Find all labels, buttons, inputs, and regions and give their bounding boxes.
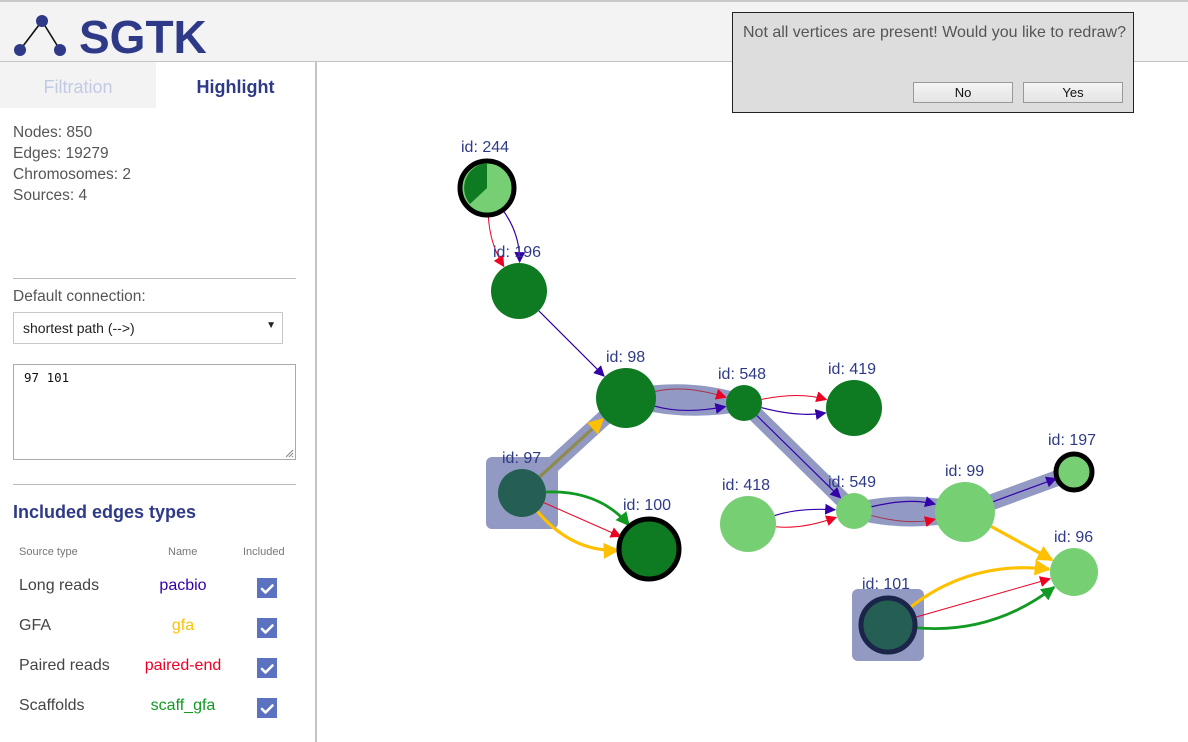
node-label: id: 419: [828, 361, 876, 378]
default-connection-select[interactable]: shortest path (-->) ▼: [13, 312, 283, 344]
edge-gfa[interactable]: [538, 417, 605, 478]
edge-pacbio[interactable]: [761, 407, 827, 420]
default-connection-label: Default connection:: [13, 288, 146, 305]
node-label: id: 244: [461, 139, 509, 156]
node-circle[interactable]: [491, 263, 547, 319]
stat-sources: Sources: 4: [13, 187, 88, 204]
graph-node[interactable]: id: 419: [826, 361, 882, 436]
dropdown-arrow-icon: ▼: [266, 320, 276, 331]
included-checkbox[interactable]: [257, 698, 277, 718]
graph-node[interactable]: id: 244: [457, 139, 517, 218]
redraw-dialog: Not all vertices are present! Would you …: [732, 12, 1134, 113]
graph-node[interactable]: id: 99: [935, 463, 995, 542]
node-circle[interactable]: [1053, 451, 1095, 493]
included-checkbox[interactable]: [257, 618, 277, 638]
node-circle[interactable]: [616, 516, 682, 582]
node-circle[interactable]: [596, 368, 656, 428]
node-label: id: 96: [1054, 529, 1093, 546]
header-name: Name: [168, 546, 198, 558]
node-circle[interactable]: [1050, 548, 1098, 596]
edge-source-type: Long reads: [19, 577, 100, 594]
header-included: Included: [243, 546, 285, 558]
stat-chromosomes: Chromosomes: 2: [13, 166, 132, 183]
app-title: SGTK: [79, 11, 207, 63]
node-circle[interactable]: [720, 496, 776, 552]
included-checkbox[interactable]: [257, 578, 277, 598]
selected-connection: shortest path (-->): [23, 320, 135, 336]
dialog-message: Not all vertices are present! Would you …: [743, 24, 1126, 41]
no-button[interactable]: No: [913, 82, 1013, 103]
edge-source-type: Scaffolds: [19, 697, 85, 714]
node-label: id: 100: [623, 497, 671, 514]
node-label: id: 196: [493, 244, 541, 261]
edge-pacbio[interactable]: [538, 310, 605, 377]
node-circle[interactable]: [935, 482, 995, 542]
edge-gfa[interactable]: [990, 525, 1054, 562]
edge-gfa[interactable]: [908, 559, 1051, 610]
checkmark-icon: [260, 664, 274, 674]
stat-edges: Edges: 19279: [13, 145, 109, 162]
resize-grip-icon[interactable]: [285, 449, 294, 458]
graph-node[interactable]: id: 100: [616, 497, 682, 582]
edge-paired-end[interactable]: [775, 515, 838, 528]
edge-pacbio[interactable]: [774, 503, 837, 517]
tab-highlight[interactable]: Highlight: [156, 62, 315, 108]
edge-source-type: Paired reads: [19, 657, 110, 674]
divider: [13, 484, 296, 485]
edge-scaff_gfa[interactable]: [914, 586, 1056, 630]
edge-type-name: paired-end: [144, 657, 222, 674]
graph-node[interactable]: id: 96: [1050, 529, 1098, 596]
node-label: id: 99: [945, 463, 984, 480]
node-circle[interactable]: [858, 595, 918, 655]
graph-canvas[interactable]: id: 244 id: 196 id: 98 id: 548 id: 419 id: 97…: [317, 62, 1188, 742]
node-label: id: 549: [828, 474, 876, 491]
node-circle[interactable]: [726, 385, 762, 421]
yes-button[interactable]: Yes: [1023, 82, 1123, 103]
node-label: id: 197: [1048, 432, 1096, 449]
checkmark-icon: [260, 624, 274, 634]
sidebar-tabs: Filtration Highlight: [0, 62, 315, 108]
node-circle[interactable]: [836, 493, 872, 529]
graph-node[interactable]: id: 196: [491, 244, 547, 319]
node-label: id: 97: [502, 450, 541, 467]
graph-node[interactable]: id: 97: [498, 450, 546, 517]
edge-source-type: GFA: [19, 617, 52, 634]
edge-type-name: gfa: [171, 617, 195, 634]
included-checkbox[interactable]: [257, 658, 277, 678]
graph-stats: Nodes: 850 Edges: 19279 Chromosomes: 2 S…: [13, 122, 131, 206]
header-source-type: Source type: [19, 546, 78, 558]
divider: [13, 278, 296, 279]
node-label: id: 418: [722, 477, 770, 494]
node-label: id: 548: [718, 366, 766, 383]
edge-type-name: scaff_gfa: [150, 697, 216, 714]
graph-node[interactable]: id: 418: [720, 477, 776, 552]
edge-paired-end[interactable]: [761, 391, 828, 402]
edge-paired-end[interactable]: [913, 576, 1052, 619]
node-circle[interactable]: [826, 380, 882, 436]
vertices-input[interactable]: 97 101: [13, 364, 296, 460]
sidebar: Filtration Highlight Nodes: 850 Edges: 1…: [0, 62, 317, 742]
checkmark-icon: [260, 584, 274, 594]
edge-types-title: Included edges types: [13, 502, 197, 522]
stat-nodes: Nodes: 850: [13, 124, 93, 141]
graph-node[interactable]: id: 98: [596, 349, 656, 428]
node-label: id: 98: [606, 349, 645, 366]
edge-type-name: pacbio: [159, 577, 207, 594]
vertices-input-value: 97 101: [24, 370, 70, 385]
node-circle[interactable]: [498, 469, 546, 517]
graph-logo-icon: [14, 15, 66, 56]
graph-node[interactable]: id: 101: [858, 576, 918, 655]
checkmark-icon: [260, 704, 274, 714]
node-label: id: 101: [862, 576, 910, 593]
tab-filtration[interactable]: Filtration: [0, 62, 156, 108]
